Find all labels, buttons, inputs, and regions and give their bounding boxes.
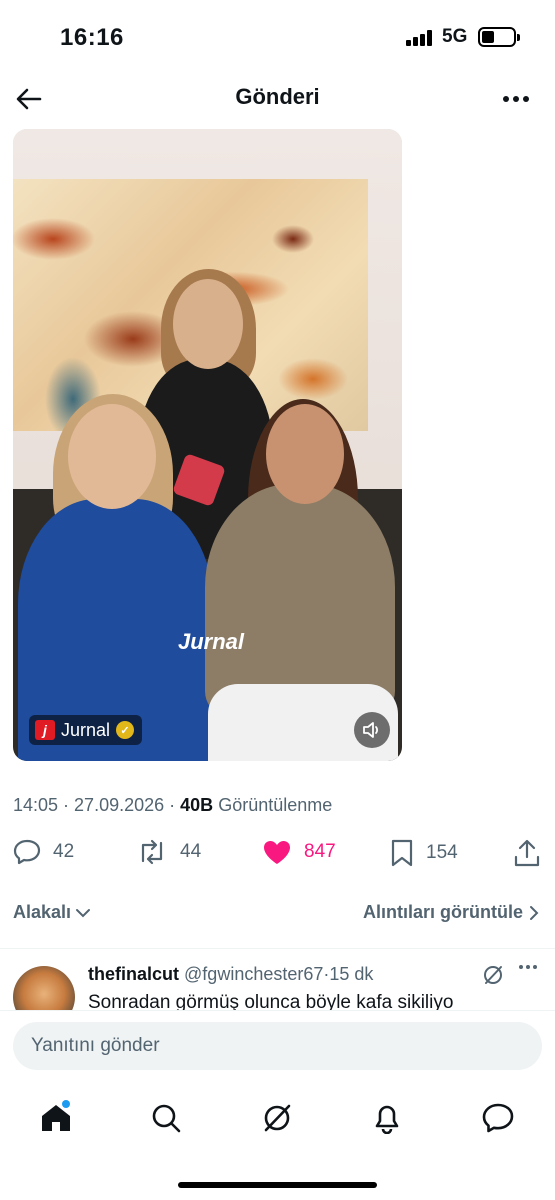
reply-time: 15 dk: [329, 964, 374, 984]
grok-icon[interactable]: [482, 964, 504, 986]
page-title: Gönderi: [235, 84, 320, 109]
sort-label: Alakalı: [13, 902, 72, 922]
source-name: Jurnal: [61, 719, 111, 740]
chevron-right-icon: [530, 905, 539, 920]
repost-count: 44: [180, 841, 202, 862]
reply-header: thefinalcut @fgwinchester67·15 dk: [88, 964, 374, 984]
status-bar: 16:16 5G: [0, 0, 555, 72]
network-label: 5G: [442, 26, 468, 47]
reply-item[interactable]: thefinalcut @fgwinchester67·15 dk Sonrad…: [0, 950, 555, 1012]
grok-icon: [264, 1104, 291, 1132]
sort-dropdown[interactable]: Alakalı: [13, 902, 91, 923]
reply-icon: [13, 839, 41, 865]
reply-author-name[interactable]: thefinalcut: [88, 964, 179, 984]
status-time: 16:16: [60, 24, 124, 51]
bookmark-button[interactable]: 154: [390, 839, 458, 867]
views-label: Görüntülenme: [218, 795, 333, 815]
post-header: Gönderi: [0, 72, 555, 124]
tab-home[interactable]: [36, 1098, 76, 1138]
share-icon: [514, 839, 540, 867]
share-button[interactable]: [514, 839, 540, 867]
battery-icon: [478, 27, 520, 47]
search-icon: [152, 1104, 181, 1133]
mute-button[interactable]: [354, 712, 390, 748]
reply-author-handle: @fgwinchester67: [184, 964, 324, 984]
like-button[interactable]: 847: [262, 839, 336, 865]
verified-badge-icon: ✓: [116, 721, 135, 739]
source-badge[interactable]: j Jurnal ✓: [29, 715, 143, 745]
tab-search[interactable]: [146, 1098, 186, 1138]
bottom-tab-bar: [0, 1090, 555, 1144]
post-meta: 14:05 · 27.09.2026 · 40B Görüntülenme: [13, 795, 333, 815]
divider: [0, 948, 555, 949]
bookmark-count: 154: [426, 842, 458, 863]
chevron-down-icon: [76, 908, 91, 917]
more-options-button[interactable]: [499, 82, 533, 116]
reply-count: 42: [53, 841, 75, 862]
repost-button[interactable]: 44: [136, 839, 201, 865]
tab-messages[interactable]: [478, 1098, 518, 1138]
post-time: 14:05: [13, 795, 59, 815]
quotes-label: Alıntıları görüntüle: [363, 902, 523, 922]
jurnal-logo-icon: j: [35, 720, 55, 740]
more-horizontal-icon[interactable]: [518, 964, 538, 970]
bookmark-icon: [391, 839, 413, 867]
replies-controls: Alakalı Alıntıları görüntüle: [0, 896, 555, 932]
home-indicator: [178, 1182, 377, 1188]
avatar[interactable]: [13, 966, 75, 1012]
action-bar: 42 44 847 154: [0, 835, 555, 875]
tab-notifications[interactable]: [367, 1098, 407, 1138]
post-date: 27.09.2026: [74, 795, 165, 815]
signal-icon: [406, 30, 434, 46]
tab-grok[interactable]: [257, 1098, 297, 1138]
video-watermark: Jurnal: [178, 629, 245, 654]
like-count: 847: [304, 841, 336, 862]
more-horizontal-icon: [503, 96, 529, 102]
notification-dot: [62, 1100, 70, 1108]
speaker-icon: [363, 722, 379, 738]
views-count: 40B: [180, 795, 214, 815]
heart-filled-icon: [264, 841, 290, 864]
reply-text: Sonradan görmüş olunca böyle kafa sikili…: [88, 992, 454, 1012]
repost-icon: [141, 839, 163, 865]
bell-icon: [375, 1105, 399, 1134]
view-quotes-link[interactable]: Alıntıları görüntüle: [363, 902, 539, 923]
reply-button[interactable]: 42: [13, 839, 74, 865]
message-icon: [482, 1103, 514, 1133]
post-video[interactable]: Jurnal j Jurnal ✓: [13, 129, 402, 761]
reply-input[interactable]: Yanıtını gönder: [13, 1022, 542, 1070]
